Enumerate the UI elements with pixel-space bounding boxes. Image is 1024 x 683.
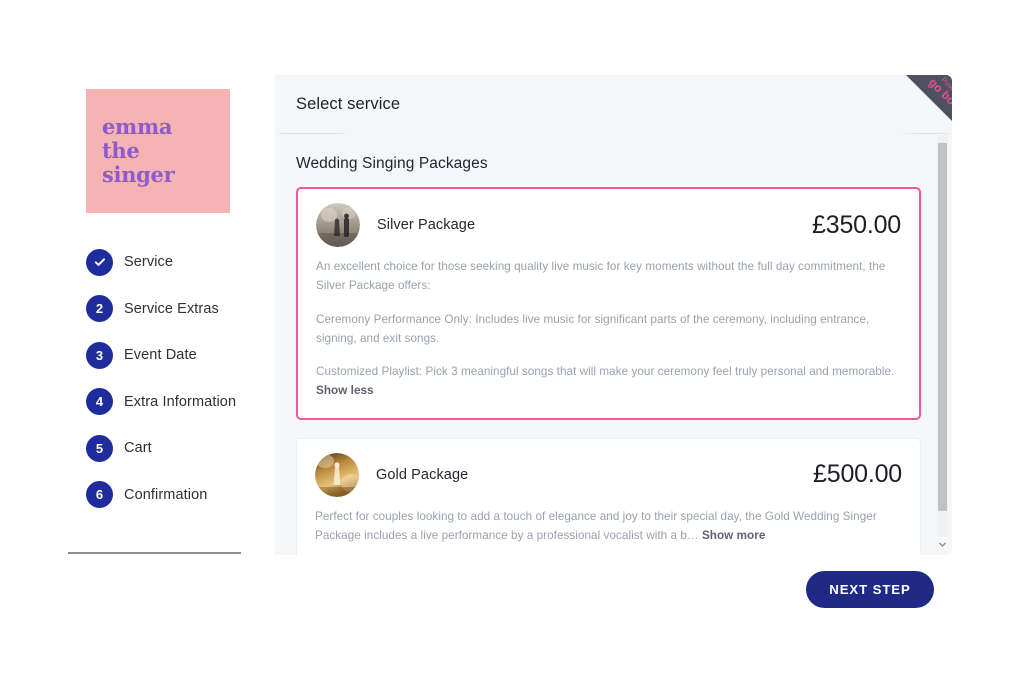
package-description-2: Ceremony Performance Only: Includes live… <box>316 312 870 345</box>
wedding-venue-photo-icon <box>316 203 360 247</box>
package-name: Silver Package <box>377 217 476 233</box>
service-card-silver[interactable]: Silver Package £350.00 An excellent choi… <box>296 187 921 420</box>
page-root: emma the singer Service 2 Service Extras <box>0 0 1024 683</box>
sidebar: emma the singer Service 2 Service Extras <box>56 75 275 555</box>
sidebar-item-label: Cart <box>124 440 152 457</box>
sidebar-item-cart[interactable]: 5 Cart <box>86 425 275 472</box>
package-name: Gold Package <box>376 466 469 483</box>
brand-logo: emma the singer <box>86 89 230 213</box>
sidebar-item-confirmation[interactable]: 6 Confirmation <box>86 472 275 519</box>
step-number-badge: 6 <box>86 481 113 509</box>
logo-line-3: singer <box>102 161 175 187</box>
show-more-link[interactable]: Show more <box>702 529 765 542</box>
vertical-scrollbar[interactable] <box>937 135 948 551</box>
scrollbar-track[interactable] <box>937 135 948 537</box>
booking-widget: emma the singer Service 2 Service Extras <box>56 75 952 555</box>
sidebar-item-event-date[interactable]: 3 Event Date <box>86 332 275 379</box>
sidebar-item-label: Event Date <box>124 347 197 364</box>
sidebar-item-service[interactable]: Service <box>86 239 275 286</box>
content-header: Select service <box>275 75 952 133</box>
section-title: Wedding Singing Packages <box>296 155 488 172</box>
scrollbar-thumb[interactable] <box>938 143 947 511</box>
package-price: £500.00 <box>813 460 902 489</box>
sidebar-item-extra-information[interactable]: 4 Extra Information <box>86 379 275 426</box>
gold-wedding-photo-icon <box>315 452 359 497</box>
package-description-1: Perfect for couples looking to add a tou… <box>315 507 902 546</box>
package-price: £350.00 <box>812 210 901 239</box>
step-number-badge: 4 <box>86 388 113 416</box>
scroll-down-arrow-icon[interactable] <box>937 538 948 551</box>
logo-line-2: the <box>102 138 140 164</box>
footer-divider <box>68 552 241 554</box>
package-description-3: Customized Playlist: Pick 3 meaningful s… <box>316 362 901 401</box>
sidebar-item-label: Extra Information <box>124 393 237 410</box>
step-number-badge: 3 <box>86 341 113 369</box>
show-less-link[interactable]: Show less <box>316 384 374 397</box>
card-header: Gold Package £500.00 <box>315 452 902 497</box>
content-panel: Select service Wedding Singing Packages <box>275 75 952 555</box>
next-step-button[interactable]: NEXT STEP <box>806 571 934 608</box>
sidebar-item-label: Service Extras <box>124 300 219 317</box>
sidebar-item-label: Service <box>124 254 174 271</box>
check-icon <box>86 248 113 276</box>
service-card-gold[interactable]: Gold Package £500.00 Perfect for couples… <box>296 437 921 555</box>
sidebar-item-service-extras[interactable]: 2 Service Extras <box>86 286 275 333</box>
step-number-badge: 5 <box>86 434 113 462</box>
page-title: Select service <box>296 94 401 113</box>
package-description-text: Perfect for couples looking to add a tou… <box>315 509 877 543</box>
service-scroll-area[interactable]: Wedding Singing Packages Silver Package … <box>275 133 952 555</box>
sidebar-item-label: Confirmation <box>124 486 208 503</box>
package-description-1: An excellent choice for those seeking qu… <box>316 260 886 293</box>
step-number-badge: 2 <box>86 295 113 323</box>
logo-line-1: emma <box>102 114 173 140</box>
package-description-text: Customized Playlist: Pick 3 meaningful s… <box>316 365 895 379</box>
card-header: Silver Package £350.00 <box>316 203 901 247</box>
step-list: Service 2 Service Extras 3 Event Date 4 … <box>86 239 275 518</box>
